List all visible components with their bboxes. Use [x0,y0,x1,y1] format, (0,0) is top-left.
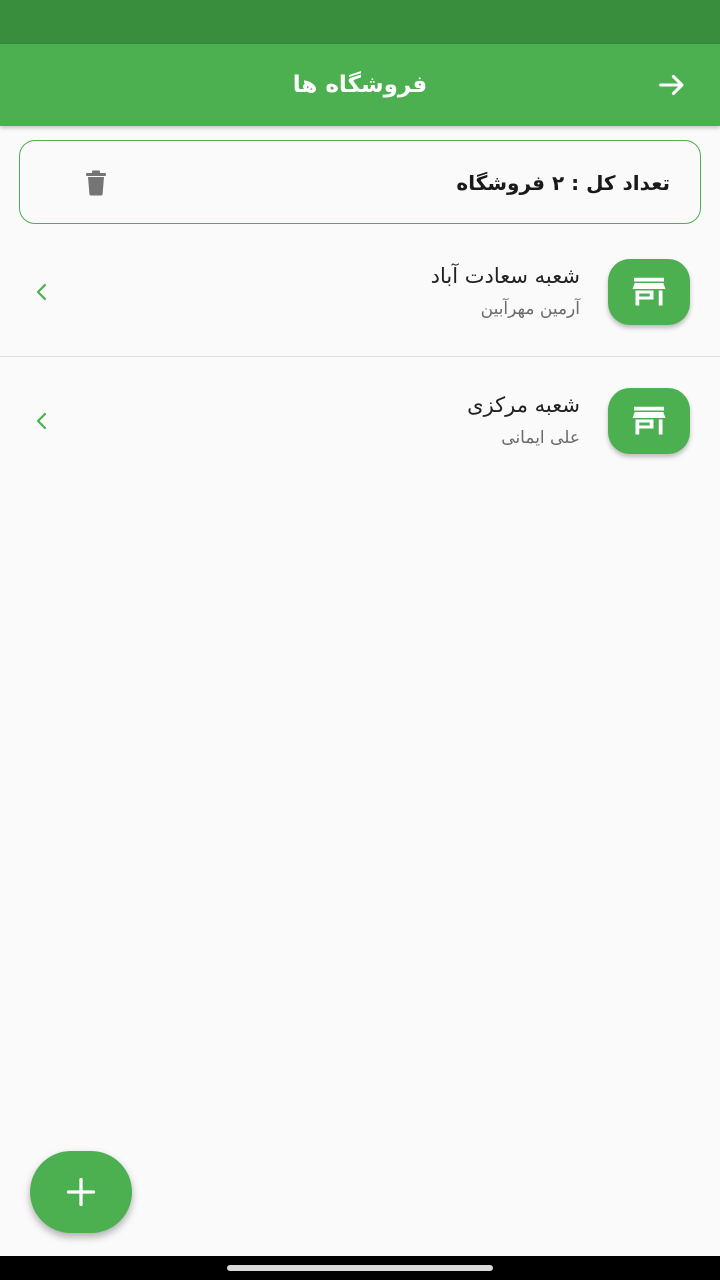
chevron-left-icon [36,283,47,301]
store-manager: علی ایمانی [501,428,580,448]
store-count-label: تعداد کل : ۲ فروشگاه [456,171,670,195]
store-icon [632,406,666,435]
app-bar: فروشگاه ها [0,44,720,126]
store-avatar [608,388,690,454]
store-name: شعبه مرکزی [467,393,580,417]
chevron-left-icon [36,412,47,430]
status-bar [0,0,720,44]
store-name: شعبه سعادت آباد [430,264,580,288]
store-list-item[interactable]: شعبه مرکزی علی ایمانی [0,357,720,485]
stores-screen: فروشگاه ها تعداد کل : ۲ فروشگاه شعبه سعا… [0,0,720,1280]
store-list-item[interactable]: شعبه سعادت آباد آرمین مهرآبین [0,228,720,356]
arrow-right-icon [659,74,684,96]
plus-icon [66,1177,96,1207]
home-indicator[interactable] [227,1265,493,1271]
add-store-button[interactable] [30,1151,132,1233]
page-title: فروشگاه ها [292,72,428,98]
store-icon [632,277,666,306]
trash-icon [86,170,106,196]
summary-card: تعداد کل : ۲ فروشگاه [19,140,701,224]
back-button[interactable] [650,63,694,107]
store-manager: آرمین مهرآبین [480,299,580,319]
delete-all-button[interactable] [82,169,110,197]
store-avatar [608,259,690,325]
